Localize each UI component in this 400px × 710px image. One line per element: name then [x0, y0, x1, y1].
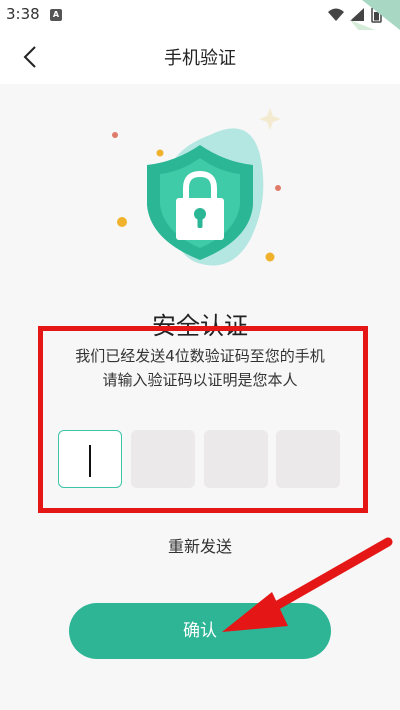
status-bar: 3:38 A — [0, 0, 400, 30]
notification-app-icon: A — [50, 9, 62, 21]
status-time: 3:38 — [6, 5, 40, 23]
header-bar: 手机验证 — [0, 30, 400, 84]
confirm-button[interactable]: 确认 — [69, 603, 331, 659]
wifi-icon — [328, 8, 344, 21]
highlight-box-annotation — [38, 326, 368, 513]
security-shield-lock-icon — [112, 108, 281, 266]
page-title: 手机验证 — [164, 48, 236, 69]
resend-link[interactable]: 重新发送 — [0, 533, 400, 557]
